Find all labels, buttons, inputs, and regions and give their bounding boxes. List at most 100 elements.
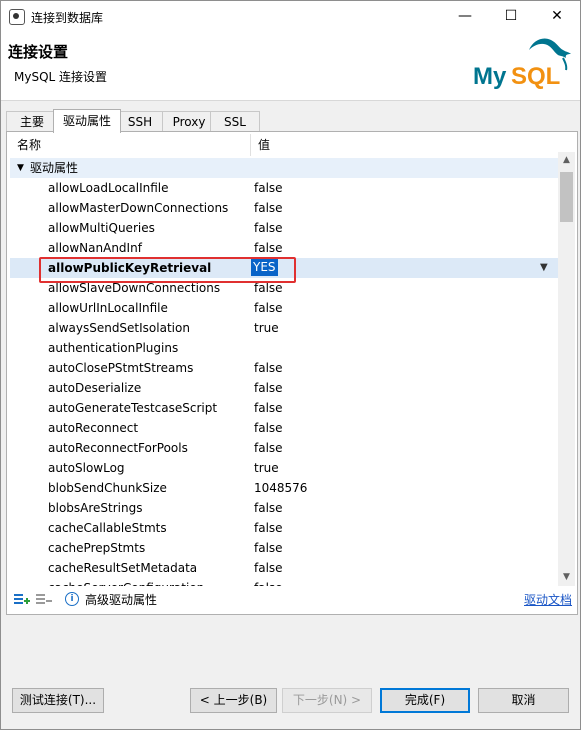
- property-name: allowMultiQueries: [48, 221, 155, 235]
- property-name: cacheServerConfiguration: [48, 578, 204, 586]
- scroll-up-icon[interactable]: ▲: [558, 152, 575, 169]
- table-row[interactable]: cachePrepStmts false: [10, 538, 558, 558]
- property-value[interactable]: false: [254, 298, 283, 318]
- property-name: cacheCallableStmts: [48, 521, 167, 535]
- property-value[interactable]: 1048576: [254, 478, 307, 498]
- property-value[interactable]: false: [254, 178, 283, 198]
- property-value[interactable]: false: [254, 558, 283, 578]
- property-name: autoSlowLog: [48, 461, 125, 475]
- property-name: allowMasterDownConnections: [48, 201, 229, 215]
- app-icon: [9, 9, 25, 25]
- tab-proxy[interactable]: Proxy: [162, 111, 216, 132]
- logo-text-sql: SQL: [511, 63, 560, 90]
- tab-ssl[interactable]: SSL: [210, 111, 260, 132]
- page-subtitle: MySQL 连接设置: [14, 70, 108, 84]
- table-row[interactable]: autoDeserialize false: [10, 378, 558, 398]
- property-name: cachePrepStmts: [48, 541, 146, 555]
- property-value[interactable]: false: [254, 518, 283, 538]
- property-value[interactable]: false: [254, 398, 283, 418]
- dialog-window: 连接到数据库 — ☐ ✕ 连接设置 MySQL 连接设置 My SQL 主要 驱…: [0, 0, 581, 730]
- table-row[interactable]: autoReconnectForPools false: [10, 438, 558, 458]
- info-icon: i: [65, 592, 79, 606]
- minimize-button[interactable]: —: [442, 1, 488, 32]
- chevron-down-icon[interactable]: ▼: [540, 258, 548, 278]
- driver-docs-link[interactable]: 驱动文档: [524, 591, 572, 608]
- tab-ssh[interactable]: SSH: [115, 111, 165, 132]
- column-header-name[interactable]: 名称: [17, 134, 41, 156]
- property-value[interactable]: false: [254, 578, 283, 586]
- property-value[interactable]: false: [254, 218, 283, 238]
- mysql-logo: My SQL: [473, 38, 571, 90]
- property-name: allowUrlInLocalInfile: [48, 301, 168, 315]
- remove-property-icon[interactable]: [36, 592, 52, 606]
- window-title: 连接到数据库: [31, 11, 104, 25]
- property-value[interactable]: false: [254, 538, 283, 558]
- table-row[interactable]: alwaysSendSetIsolation true: [10, 318, 558, 338]
- property-value[interactable]: false: [254, 418, 283, 438]
- column-header-value[interactable]: 值: [258, 134, 270, 156]
- table-row[interactable]: blobsAreStrings false: [10, 498, 558, 518]
- maximize-button[interactable]: ☐: [488, 1, 534, 32]
- tab-bar: 主要 驱动属性 SSH Proxy SSL: [6, 109, 576, 133]
- title-bar: 连接到数据库 — ☐ ✕: [1, 1, 580, 32]
- property-name: allowNanAndInf: [48, 241, 142, 255]
- table-row[interactable]: allowMultiQueries false: [10, 218, 558, 238]
- table-row[interactable]: cacheResultSetMetadata false: [10, 558, 558, 578]
- table-row[interactable]: allowUrlInLocalInfile false: [10, 298, 558, 318]
- table-row[interactable]: authenticationPlugins: [10, 338, 558, 358]
- table-row[interactable]: autoGenerateTestcaseScript false: [10, 398, 558, 418]
- page-title: 连接设置: [8, 43, 69, 61]
- property-value[interactable]: false: [254, 358, 283, 378]
- table-row[interactable]: blobSendChunkSize 1048576: [10, 478, 558, 498]
- property-value[interactable]: false: [254, 378, 283, 398]
- property-name: autoDeserialize: [48, 381, 142, 395]
- panel-toolbar: i 高级驱动属性 驱动文档: [7, 586, 577, 612]
- finish-button[interactable]: 完成(F): [380, 688, 470, 713]
- tab-main[interactable]: 主要: [6, 111, 58, 132]
- property-value[interactable]: false: [254, 498, 283, 518]
- vertical-scrollbar[interactable]: ▲ ▼: [558, 152, 575, 586]
- cancel-button[interactable]: 取消: [478, 688, 569, 713]
- property-name: cacheResultSetMetadata: [48, 561, 198, 575]
- property-name: autoReconnect: [48, 421, 139, 435]
- properties-table: 名称 值 ▼ 驱动属性 allowLoadLocalInfile false al…: [10, 134, 558, 586]
- driver-properties-panel: 名称 值 ▼ 驱动属性 allowLoadLocalInfile false al…: [6, 131, 578, 615]
- property-name: blobSendChunkSize: [48, 481, 167, 495]
- group-row-driver-properties[interactable]: ▼ 驱动属性: [10, 158, 558, 178]
- property-name: alwaysSendSetIsolation: [48, 321, 190, 335]
- back-button[interactable]: < 上一步(B): [190, 688, 277, 713]
- column-separator[interactable]: [250, 134, 251, 156]
- property-name: authenticationPlugins: [48, 341, 179, 355]
- table-row[interactable]: allowLoadLocalInfile false: [10, 178, 558, 198]
- table-row[interactable]: allowMasterDownConnections false: [10, 198, 558, 218]
- add-property-icon[interactable]: [14, 592, 30, 606]
- tab-driver-properties[interactable]: 驱动属性: [53, 109, 121, 133]
- group-label: 驱动属性: [30, 161, 79, 175]
- scroll-down-icon[interactable]: ▼: [558, 569, 575, 586]
- chevron-down-icon[interactable]: ▼: [17, 158, 24, 178]
- property-value[interactable]: false: [254, 238, 283, 258]
- test-connection-button[interactable]: 测试连接(T)...: [12, 688, 104, 713]
- dialog-header: 连接设置 MySQL 连接设置 My SQL: [1, 32, 580, 101]
- property-name: blobsAreStrings: [48, 501, 143, 515]
- property-name: autoClosePStmtStreams: [48, 361, 194, 375]
- table-row[interactable]: allowNanAndInf false: [10, 238, 558, 258]
- scroll-thumb[interactable]: [560, 172, 573, 222]
- next-button[interactable]: 下一步(N) >: [282, 688, 372, 713]
- table-row[interactable]: autoClosePStmtStreams false: [10, 358, 558, 378]
- table-row[interactable]: cacheServerConfiguration false: [10, 578, 558, 586]
- property-value[interactable]: true: [254, 458, 279, 478]
- table-row[interactable]: cacheCallableStmts false: [10, 518, 558, 538]
- property-value[interactable]: false: [254, 438, 283, 458]
- annotation-highlight-box: [39, 257, 296, 283]
- property-name: allowLoadLocalInfile: [48, 181, 169, 195]
- property-name: autoReconnectForPools: [48, 441, 188, 455]
- property-value[interactable]: false: [254, 198, 283, 218]
- logo-text-my: My: [473, 63, 507, 90]
- property-name: autoGenerateTestcaseScript: [48, 401, 218, 415]
- advanced-driver-properties-label: 高级驱动属性: [85, 593, 158, 607]
- property-value[interactable]: true: [254, 318, 279, 338]
- close-button[interactable]: ✕: [534, 1, 580, 32]
- table-row[interactable]: autoReconnect false: [10, 418, 558, 438]
- table-row[interactable]: autoSlowLog true: [10, 458, 558, 478]
